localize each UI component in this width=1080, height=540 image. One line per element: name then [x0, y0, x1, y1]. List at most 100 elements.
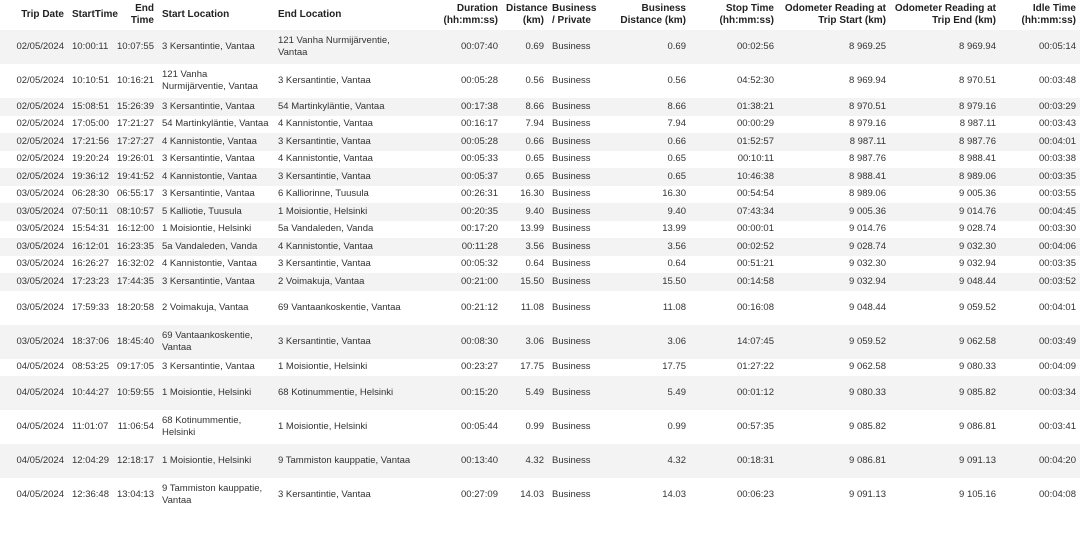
table-cell: 09:17:05	[110, 358, 158, 376]
table-cell: 3 Kersantintie, Vantaa	[274, 478, 420, 512]
table-cell: 15:26:39	[110, 98, 158, 116]
table-row: 04/05/2024 10:44:27 10:59:55 1 Moisiontie, …	[0, 376, 1080, 410]
table-cell: 18:20:58	[110, 290, 158, 325]
table-cell: 3 Kersantintie, Vantaa	[158, 273, 274, 291]
table-cell: 8 989.06	[778, 185, 890, 203]
table-cell: Business	[548, 220, 606, 238]
table-cell: 8 988.41	[778, 168, 890, 186]
table-cell: 16:12:01	[68, 238, 110, 256]
table-cell: 0.56	[606, 64, 690, 98]
table-row: 02/05/2024 10:00:11 10:07:55 3 Kersantintie…	[0, 30, 1080, 64]
column-header: Distance (km)	[506, 3, 548, 26]
table-cell: 00:26:31	[420, 185, 502, 203]
table-row: 04/05/2024 08:53:25 09:17:05 3 Kersantintie…	[0, 358, 1080, 376]
table-row: 03/05/2024 16:12:01 16:23:35 5a Vandaleden,…	[0, 238, 1080, 256]
table-cell: 8 979.16	[890, 98, 1000, 116]
table-cell: 00:08:30	[420, 324, 502, 359]
table-cell: 10:16:21	[110, 64, 158, 98]
table-cell: 00:10:11	[690, 150, 778, 168]
table-cell: 5.49	[502, 376, 548, 410]
table-row: 03/05/2024 17:59:33 18:20:58 2 Voimakuja, V…	[0, 290, 1080, 325]
table-cell: 8 970.51	[890, 64, 1000, 98]
table-cell: 12:04:29	[68, 444, 110, 478]
table-cell: 00:21:00	[420, 273, 502, 291]
table-cell: 1 Moisiontie, Helsinki	[274, 203, 420, 221]
column-header: Odometer Reading at Trip Start (km)	[784, 3, 886, 26]
table-cell: 3 Kersantintie, Vantaa	[158, 98, 274, 116]
table-cell: 2 Voimakuja, Vantaa	[158, 290, 274, 325]
column-header: Business / Private	[552, 3, 597, 26]
table-cell: 00:18:31	[690, 444, 778, 478]
table-cell: 3.56	[502, 238, 548, 256]
header-row: Trip Date StartTime End Time Start Location…	[0, 0, 1080, 30]
table-cell: 1 Moisiontie, Helsinki	[158, 220, 274, 238]
table-cell: 02/05/2024	[0, 150, 68, 168]
table-cell: 00:13:40	[420, 444, 502, 478]
table-cell: 9 032.94	[778, 273, 890, 291]
table-cell: 3 Kersantintie, Vantaa	[274, 64, 420, 98]
table-cell: 02/05/2024	[0, 168, 68, 186]
table-cell: 4 Kannistontie, Vantaa	[158, 133, 274, 151]
table-cell: 00:15:20	[420, 376, 502, 410]
table-cell: 3 Kersantintie, Vantaa	[158, 30, 274, 64]
table-cell: 00:21:12	[420, 290, 502, 325]
table-cell: 00:14:58	[690, 273, 778, 291]
table-cell: 0.69	[606, 30, 690, 64]
table-cell: 00:03:29	[1000, 98, 1080, 116]
table-cell: 10:44:27	[68, 376, 110, 410]
table-cell: 19:20:24	[68, 150, 110, 168]
table-cell: 10:00:11	[68, 30, 110, 64]
table-cell: 01:52:57	[690, 133, 778, 151]
table-cell: 3 Kersantintie, Vantaa	[274, 168, 420, 186]
table-cell: 54 Martinkyläntie, Vantaa	[274, 98, 420, 116]
column-header: Trip Date	[21, 9, 64, 20]
table-cell: 69 Vantaankoskentie, Vantaa	[158, 324, 274, 359]
table-cell: 00:03:55	[1000, 185, 1080, 203]
table-cell: 16:26:27	[68, 255, 110, 273]
table-cell: 15.50	[502, 273, 548, 291]
table-cell: 3.06	[606, 324, 690, 359]
table-cell: 00:20:35	[420, 203, 502, 221]
table-cell: 4 Kannistontie, Vantaa	[274, 115, 420, 133]
table-cell: 0.65	[606, 168, 690, 186]
table-cell: 19:41:52	[110, 168, 158, 186]
table-cell: 6 Kalliorinne, Tuusula	[274, 185, 420, 203]
table-cell: 17:59:33	[68, 290, 110, 325]
table-cell: 00:03:35	[1000, 255, 1080, 273]
table-cell: 10:10:51	[68, 64, 110, 98]
table-cell: 10:46:38	[690, 168, 778, 186]
table-cell: 7.94	[502, 115, 548, 133]
table-cell: 08:10:57	[110, 203, 158, 221]
table-cell: 03/05/2024	[0, 238, 68, 256]
table-cell: 0.69	[502, 30, 548, 64]
table-cell: Business	[548, 273, 606, 291]
table-cell: 9 028.74	[890, 220, 1000, 238]
table-cell: 00:03:43	[1000, 115, 1080, 133]
table-cell: 04/05/2024	[0, 358, 68, 376]
table-cell: 00:05:44	[420, 410, 502, 444]
table-row: 02/05/2024 19:36:12 19:41:52 4 Kannistontie…	[0, 168, 1080, 186]
table-cell: 15:08:51	[68, 98, 110, 116]
table-cell: 5.49	[606, 376, 690, 410]
table-cell: 9 080.33	[890, 358, 1000, 376]
table-cell: 0.56	[502, 64, 548, 98]
table-cell: 17:05:00	[68, 115, 110, 133]
table-cell: 04:52:30	[690, 64, 778, 98]
table-cell: 8 987.76	[778, 150, 890, 168]
table-cell: 17:21:56	[68, 133, 110, 151]
table-cell: 0.65	[606, 150, 690, 168]
table-row: 03/05/2024 16:26:27 16:32:02 4 Kannistontie…	[0, 255, 1080, 273]
column-header: Start Location	[162, 9, 230, 20]
table-cell: 8.66	[502, 98, 548, 116]
table-cell: 02/05/2024	[0, 30, 68, 64]
table-cell: 9 062.58	[890, 324, 1000, 359]
table-cell: 18:37:06	[68, 324, 110, 359]
table-cell: 17:21:27	[110, 115, 158, 133]
table-cell: 14:07:45	[690, 324, 778, 359]
table-cell: 02/05/2024	[0, 98, 68, 116]
table-cell: 4 Kannistontie, Vantaa	[158, 168, 274, 186]
table-cell: Business	[548, 255, 606, 273]
table-cell: 13.99	[502, 220, 548, 238]
table-cell: 17:27:27	[110, 133, 158, 151]
table-cell: 10:59:55	[110, 376, 158, 410]
